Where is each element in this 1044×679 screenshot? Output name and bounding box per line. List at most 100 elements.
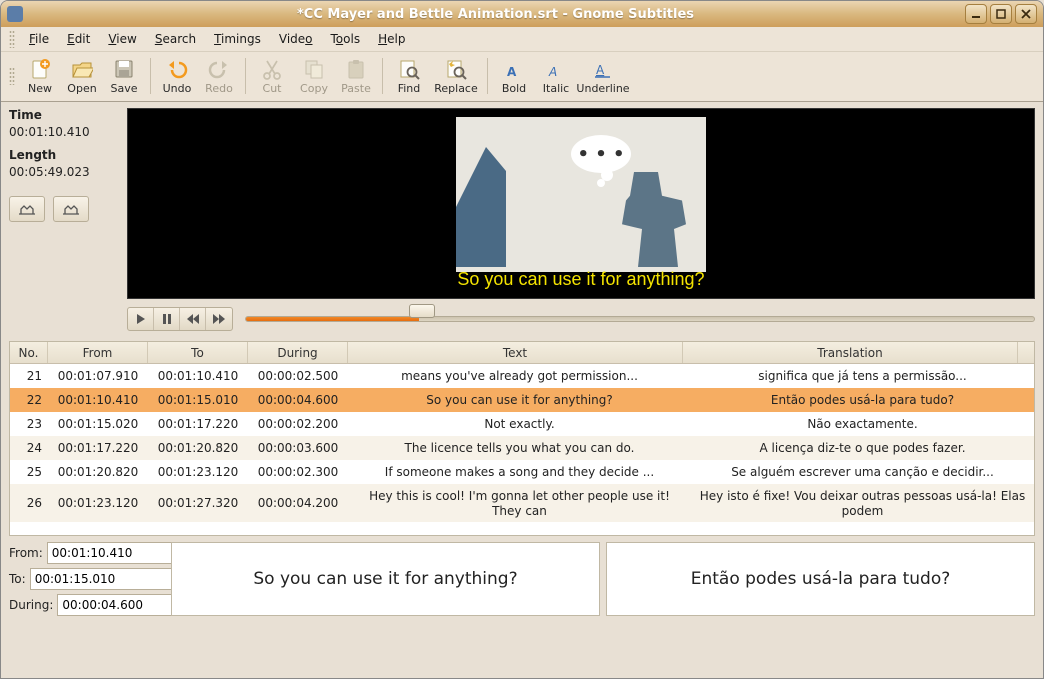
menubar: File Edit View Search Timings Video Tool…: [1, 27, 1043, 52]
col-spacer: [1018, 342, 1034, 363]
open-icon: [70, 57, 94, 81]
cut-button[interactable]: Cut: [251, 53, 293, 99]
forward-button[interactable]: [206, 308, 232, 330]
video-info-panel: Time 00:01:10.410 Length 00:05:49.023: [9, 108, 119, 333]
cell-text: means you've already got permission...: [348, 366, 691, 386]
menu-help[interactable]: Help: [370, 29, 413, 49]
cut-icon: [260, 57, 284, 81]
save-button[interactable]: Save: [103, 53, 145, 99]
separator: [245, 58, 246, 94]
table-body[interactable]: 2100:01:07.91000:01:10.41000:00:02.500me…: [10, 364, 1034, 535]
play-button[interactable]: [128, 308, 154, 330]
cell-from: 00:01:20.820: [48, 462, 148, 482]
length-label: Length: [9, 148, 119, 162]
pause-button[interactable]: [154, 308, 180, 330]
drag-handle-icon[interactable]: [9, 67, 15, 85]
cell-no: 22: [10, 390, 48, 410]
col-no[interactable]: No.: [10, 342, 48, 363]
cell-no: 26: [10, 492, 48, 514]
cell-during: 00:00:03.600: [248, 438, 348, 458]
col-to[interactable]: To: [148, 342, 248, 363]
col-text[interactable]: Text: [348, 342, 683, 363]
cell-text: So you can use it for anything?: [348, 390, 691, 410]
bold-button[interactable]: ABold: [493, 53, 535, 99]
table-row[interactable]: 2400:01:17.22000:01:20.82000:00:03.600Th…: [10, 436, 1034, 460]
table-row[interactable]: 2200:01:10.41000:01:15.01000:00:04.600So…: [10, 388, 1034, 412]
svg-text:A: A: [596, 63, 605, 77]
menu-tools[interactable]: Tools: [323, 29, 369, 49]
cell-during: 00:00:02.500: [248, 366, 348, 386]
edit-panel: From: To: During: So you can use it for …: [9, 542, 1035, 616]
drag-handle-icon[interactable]: [9, 30, 15, 48]
cell-to: 00:01:10.410: [148, 366, 248, 386]
underline-icon: A: [591, 57, 615, 81]
menu-edit[interactable]: Edit: [59, 29, 98, 49]
table-row[interactable]: 2100:01:07.91000:01:10.41000:00:02.500me…: [10, 364, 1034, 388]
table-row[interactable]: 2500:01:20.82000:01:23.12000:00:02.300If…: [10, 460, 1034, 484]
table-header: No. From To During Text Translation: [10, 342, 1034, 364]
rewind-button[interactable]: [180, 308, 206, 330]
col-from[interactable]: From: [48, 342, 148, 363]
app-icon: [7, 6, 23, 22]
cell-no: 21: [10, 366, 48, 386]
seek-slider[interactable]: [245, 309, 1035, 329]
svg-text:A: A: [548, 65, 557, 79]
cell-text: Hey this is cool! I'm gonna let other pe…: [348, 485, 691, 522]
separator: [150, 58, 151, 94]
col-during[interactable]: During: [248, 342, 348, 363]
table-row[interactable]: 2300:01:15.02000:01:17.22000:00:02.200No…: [10, 412, 1034, 436]
redo-button[interactable]: Redo: [198, 53, 240, 99]
cell-text: If someone makes a song and they decide …: [348, 462, 691, 482]
col-translation[interactable]: Translation: [683, 342, 1018, 363]
menu-view[interactable]: View: [100, 29, 144, 49]
cell-translation: A licença diz-te o que podes fazer.: [691, 438, 1034, 458]
undo-icon: [165, 57, 189, 81]
find-button[interactable]: Find: [388, 53, 430, 99]
maximize-button[interactable]: [990, 4, 1012, 24]
open-button[interactable]: Open: [61, 53, 103, 99]
video-frame-image: • • •: [456, 117, 706, 272]
replace-button[interactable]: Replace: [430, 53, 482, 99]
video-preview[interactable]: • • • So you can use it for anything?: [127, 108, 1035, 299]
playback-controls: [127, 305, 1035, 333]
menu-search[interactable]: Search: [147, 29, 204, 49]
redo-icon: [207, 57, 231, 81]
set-start-button[interactable]: [9, 196, 45, 222]
translation-edit-field[interactable]: Então podes usá-la para tudo?: [606, 542, 1035, 616]
text-edit-field[interactable]: So you can use it for anything?: [171, 542, 600, 616]
minimize-button[interactable]: [965, 4, 987, 24]
cell-from: 00:01:15.020: [48, 414, 148, 434]
cell-to: 00:01:17.220: [148, 414, 248, 434]
copy-icon: [302, 57, 326, 81]
titlebar: *CC Mayer and Bettle Animation.srt - Gno…: [1, 1, 1043, 27]
cell-translation: significa que já tens a permissão...: [691, 366, 1034, 386]
seek-thumb-icon[interactable]: [409, 304, 435, 318]
cell-from: 00:01:07.910: [48, 366, 148, 386]
cell-from: 00:01:23.120: [48, 492, 148, 514]
close-button[interactable]: [1015, 4, 1037, 24]
menu-file[interactable]: File: [21, 29, 57, 49]
toolbar: New Open Save Undo Redo Cut Copy Paste F…: [1, 52, 1043, 102]
to-input[interactable]: [31, 569, 189, 589]
set-end-button[interactable]: [53, 196, 89, 222]
svg-text:A: A: [507, 65, 517, 79]
cell-during: 00:00:02.200: [248, 414, 348, 434]
menu-video[interactable]: Video: [271, 29, 321, 49]
paste-button[interactable]: Paste: [335, 53, 377, 99]
bold-icon: A: [502, 57, 526, 81]
cell-no: 24: [10, 438, 48, 458]
cell-during: 00:00:02.300: [248, 462, 348, 482]
cell-translation: Se alguém escrever uma canção e decidir.…: [691, 462, 1034, 482]
new-button[interactable]: New: [19, 53, 61, 99]
undo-button[interactable]: Undo: [156, 53, 198, 99]
edit-from-label: From:: [9, 546, 43, 560]
time-value: 00:01:10.410: [9, 125, 119, 139]
length-value: 00:05:49.023: [9, 165, 119, 179]
table-row[interactable]: 2600:01:23.12000:01:27.32000:00:04.200He…: [10, 484, 1034, 522]
cell-to: 00:01:27.320: [148, 492, 248, 514]
copy-button[interactable]: Copy: [293, 53, 335, 99]
menu-timings[interactable]: Timings: [206, 29, 269, 49]
underline-button[interactable]: AUnderline: [577, 53, 629, 99]
new-icon: [28, 57, 52, 81]
italic-button[interactable]: AItalic: [535, 53, 577, 99]
